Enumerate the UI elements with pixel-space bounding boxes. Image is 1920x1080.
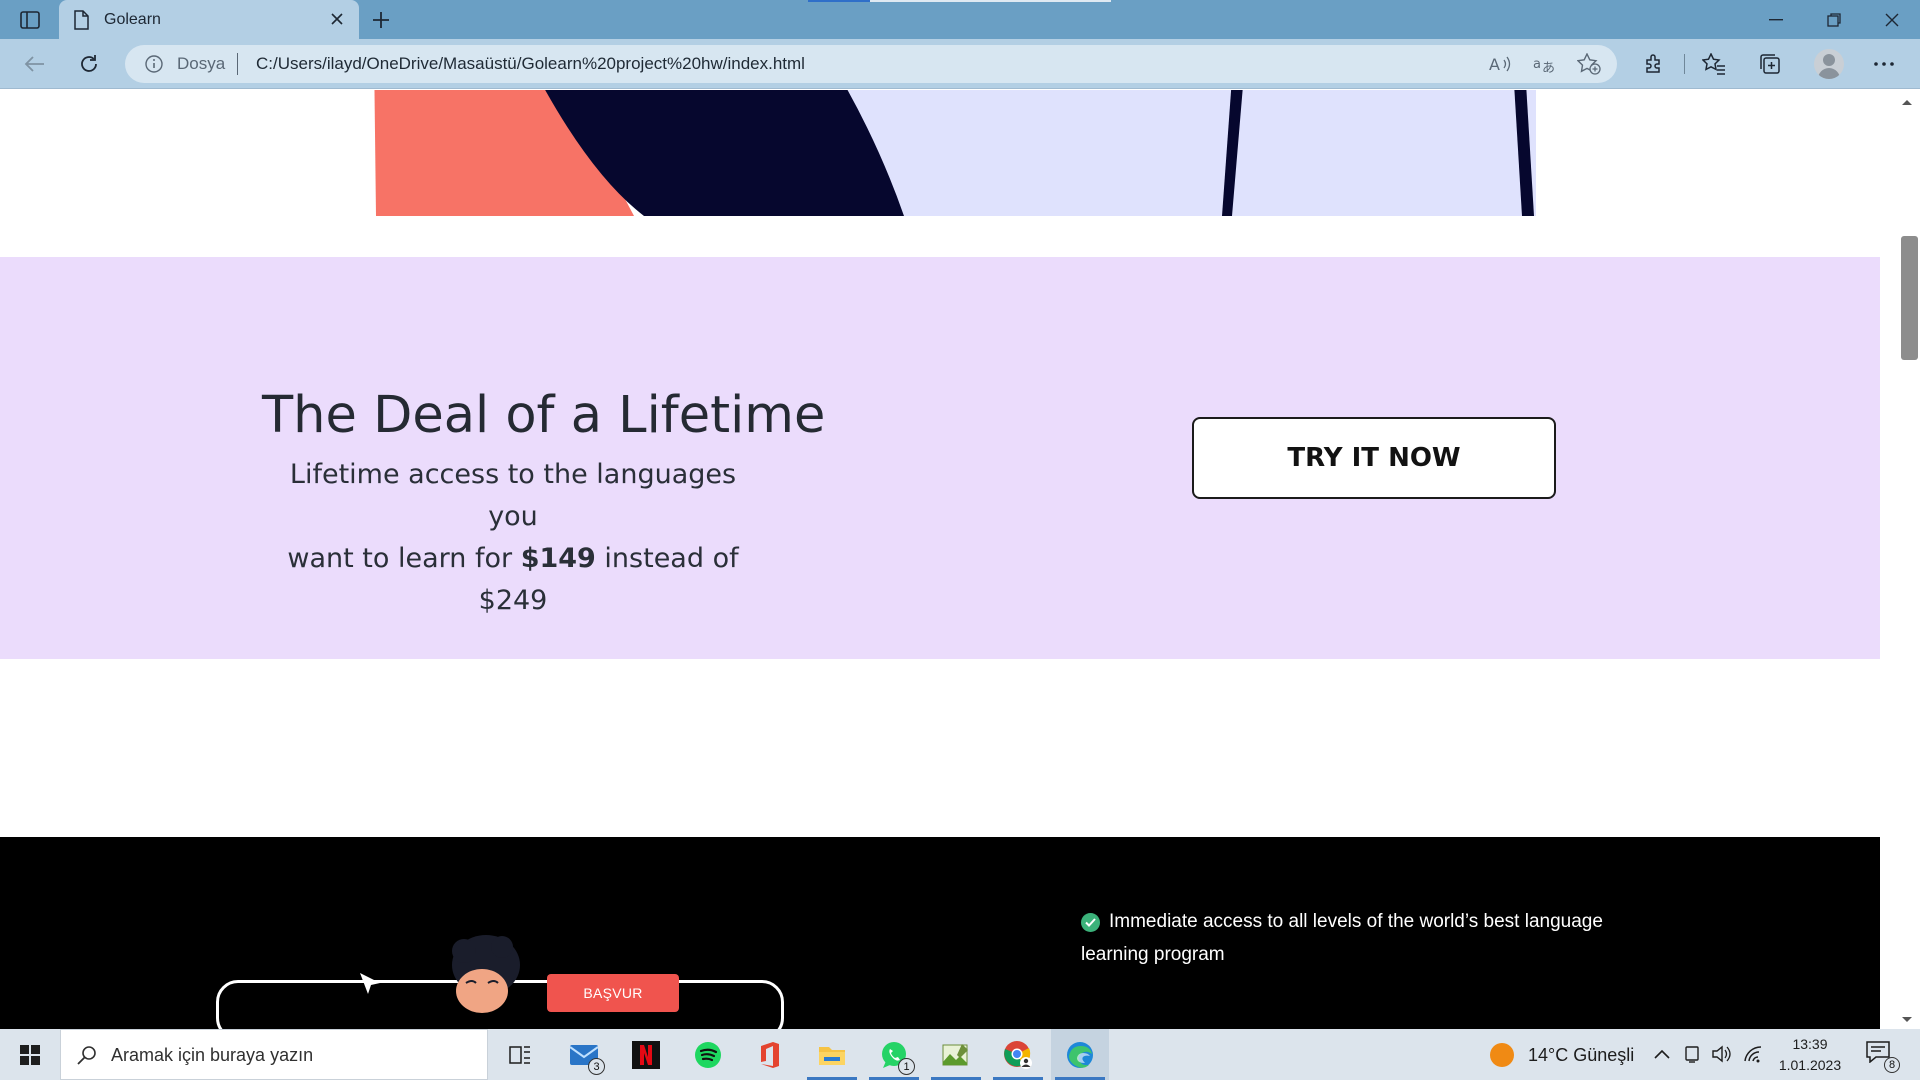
chrome-app-icon[interactable] <box>989 1029 1047 1080</box>
deal-description: Lifetime access to the languages you wan… <box>262 454 764 622</box>
page-scrollbar[interactable] <box>1880 90 1920 1029</box>
office-app-icon[interactable] <box>741 1029 799 1080</box>
device-icon[interactable] <box>1681 1043 1703 1065</box>
feature-item: Immediate access to all levels of the wo… <box>1081 911 1641 979</box>
deal-price: $149 <box>520 543 596 574</box>
more-options-icon[interactable] <box>1868 49 1900 79</box>
chevron-up-icon[interactable] <box>1651 1043 1673 1065</box>
restore-icon[interactable] <box>1806 0 1862 39</box>
whatsapp-badge: 1 <box>898 1058 915 1075</box>
task-view-icon[interactable] <box>491 1029 549 1080</box>
toolbar-divider <box>1684 54 1685 74</box>
mail-badge: 3 <box>588 1058 605 1075</box>
clock-date: 1.01.2023 <box>1778 1057 1842 1073</box>
notifications-badge: 8 <box>1884 1057 1900 1073</box>
feature-text: Immediate access to all levels of the wo… <box>1081 911 1603 965</box>
back-icon[interactable] <box>18 49 50 79</box>
windows-start-icon[interactable] <box>0 1029 60 1080</box>
deal-line-2-prefix: want to learn for <box>287 543 521 574</box>
cursor-icon <box>360 973 380 994</box>
address-url[interactable]: C:/Users/ilayd/OneDrive/Masaüstü/Golearn… <box>256 54 805 74</box>
edge-app-icon[interactable] <box>1051 1029 1109 1080</box>
browser-toolbar: Dosya C:/Users/ilayd/OneDrive/Masaüstü/G… <box>0 39 1920 89</box>
clock-time: 13:39 <box>1792 1036 1828 1052</box>
volume-icon[interactable] <box>1710 1043 1732 1065</box>
browser-tab-bar: Golearn <box>0 0 1920 39</box>
whatsapp-app-icon[interactable]: 1 <box>865 1029 923 1080</box>
close-tab-icon[interactable] <box>327 9 347 29</box>
deal-title: The Deal of a Lifetime <box>262 386 826 445</box>
scroll-down-icon[interactable] <box>1900 1012 1914 1030</box>
favorites-icon[interactable] <box>1698 49 1730 79</box>
svg-text:a: a <box>1533 57 1541 72</box>
collections-icon[interactable] <box>1754 49 1786 79</box>
search-icon <box>77 1045 97 1070</box>
address-bar[interactable]: Dosya C:/Users/ilayd/OneDrive/Masaüstü/G… <box>125 45 1617 83</box>
image-viewer-icon[interactable] <box>927 1029 985 1080</box>
file-explorer-icon[interactable] <box>803 1029 861 1080</box>
minimize-icon[interactable] <box>1748 0 1804 39</box>
weather-text[interactable]: 14°C Güneşli <box>1528 1045 1634 1066</box>
spotify-app-icon[interactable] <box>679 1029 737 1080</box>
taskbar-search[interactable]: Aramak için buraya yazın <box>60 1029 488 1080</box>
tab-golearn[interactable]: Golearn <box>59 0 359 39</box>
deal-line-1: Lifetime access to the languages you <box>289 459 737 532</box>
new-tab-icon[interactable] <box>368 7 394 33</box>
translate-icon[interactable]: aあ <box>1532 53 1556 75</box>
features-section: Immediate access to all levels of the wo… <box>0 837 1880 1029</box>
extensions-icon[interactable] <box>1638 49 1670 79</box>
scroll-up-icon[interactable] <box>1900 94 1914 112</box>
page-viewport: The Deal of a Lifetime Lifetime access t… <box>0 90 1920 1029</box>
promo-illustration: BAŞVUR <box>216 929 786 1029</box>
apply-badge: BAŞVUR <box>547 974 679 1012</box>
document-icon <box>73 10 89 35</box>
info-icon[interactable] <box>145 55 163 78</box>
search-placeholder: Aramak için buraya yazın <box>111 1045 314 1065</box>
scroll-thumb[interactable] <box>1901 236 1918 360</box>
windows-taskbar: Aramak için buraya yazın 3 1 14°C Güneşl… <box>0 1029 1920 1080</box>
person-illustration <box>452 935 520 1013</box>
close-window-icon[interactable] <box>1864 0 1920 39</box>
try-it-now-button[interactable]: TRY IT NOW <box>1192 417 1556 499</box>
refresh-icon[interactable] <box>73 49 105 79</box>
loading-indicator <box>808 0 1111 2</box>
read-aloud-icon[interactable]: A <box>1488 53 1512 75</box>
hero-illustration <box>374 90 1536 216</box>
tab-title: Golearn <box>104 11 161 28</box>
netflix-app-icon[interactable] <box>617 1029 675 1080</box>
mail-app-icon[interactable]: 3 <box>555 1029 613 1080</box>
svg-text:A: A <box>1489 55 1500 74</box>
address-scheme: Dosya <box>177 54 226 73</box>
add-favorite-icon[interactable] <box>1577 53 1601 75</box>
profile-avatar[interactable] <box>1814 49 1844 79</box>
svg-text:あ: あ <box>1542 61 1555 74</box>
tab-actions-icon[interactable] <box>18 9 42 31</box>
system-clock[interactable]: 13:39 1.01.2023 <box>1772 1034 1848 1076</box>
weather-sun-icon[interactable] <box>1490 1043 1514 1067</box>
address-separator <box>237 53 238 75</box>
deal-section: The Deal of a Lifetime Lifetime access t… <box>0 257 1880 659</box>
wifi-icon[interactable] <box>1742 1043 1764 1065</box>
